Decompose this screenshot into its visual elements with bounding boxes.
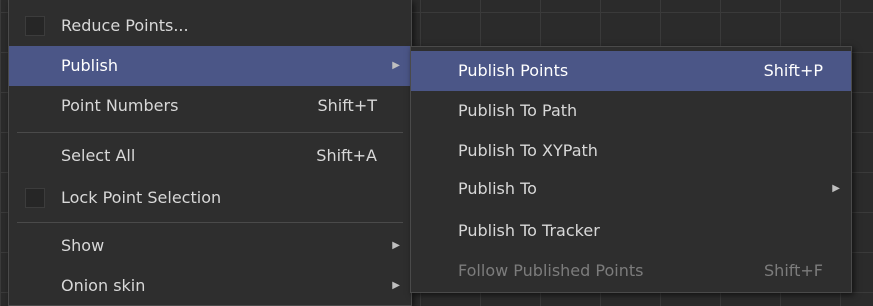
menu-item-shortcut: Shift+F [764,261,823,280]
reduce-points-checkbox[interactable] [25,16,45,36]
publish-submenu: Publish Points Shift+P Publish To Path P… [410,46,852,293]
menu-item-label: Publish To Path [458,101,578,120]
menu-item-label: Publish [61,56,119,75]
submenu-arrow-icon: ▶ [392,280,400,291]
menu-item-shortcut: Shift+P [763,61,823,80]
menu-item-label: Lock Point Selection [61,188,222,207]
menu-item-label: Publish To XYPath [458,141,598,160]
menu-item-shortcut: Shift+A [316,146,377,165]
menu-item-shortcut: Shift+T [317,96,377,115]
menu-item-onion-skin[interactable]: Onion skin ▶ [9,266,411,306]
menu-item-select-all[interactable]: Select All Shift+A [9,136,411,176]
menu-item-publish-to-xypath[interactable]: Publish To XYPath [411,131,851,171]
submenu-arrow-icon: ▶ [392,240,400,251]
menu-item-publish-points[interactable]: Publish Points Shift+P [411,51,851,91]
menu-item-publish-to-path[interactable]: Publish To Path [411,91,851,131]
menu-separator [17,222,403,223]
submenu-arrow-icon: ▶ [832,183,840,194]
menu-item-label: Select All [61,146,136,165]
menu-separator [17,132,403,133]
menu-item-label: Onion skin [61,276,146,295]
menu-item-label: Publish Points [458,61,569,80]
menu-item-label: Show [61,236,105,255]
menu-item-lock-point-selection[interactable]: Lock Point Selection [9,178,411,218]
menu-item-publish-to-tracker[interactable]: Publish To Tracker [411,211,851,251]
menu-item-publish[interactable]: Publish ▶ [9,46,411,86]
menu-item-point-numbers[interactable]: Point Numbers Shift+T [9,86,411,126]
menu-item-label: Publish To [458,179,537,198]
menu-item-label: Publish To Tracker [458,221,600,240]
menu-item-reduce-points[interactable]: Reduce Points... [9,6,411,46]
menu-item-show[interactable]: Show ▶ [9,226,411,266]
menu-item-publish-to[interactable]: Publish To ▶ [411,169,851,209]
submenu-arrow-icon: ▶ [392,60,400,71]
menu-item-label: Follow Published Points [458,261,644,280]
lock-point-selection-checkbox[interactable] [25,188,45,208]
menu-item-label: Reduce Points... [61,16,189,35]
menu-item-follow-published-points: Follow Published Points Shift+F [411,251,851,291]
context-menu: Reduce Points... Publish ▶ Point Numbers… [8,0,412,306]
menu-item-label: Point Numbers [61,96,179,115]
